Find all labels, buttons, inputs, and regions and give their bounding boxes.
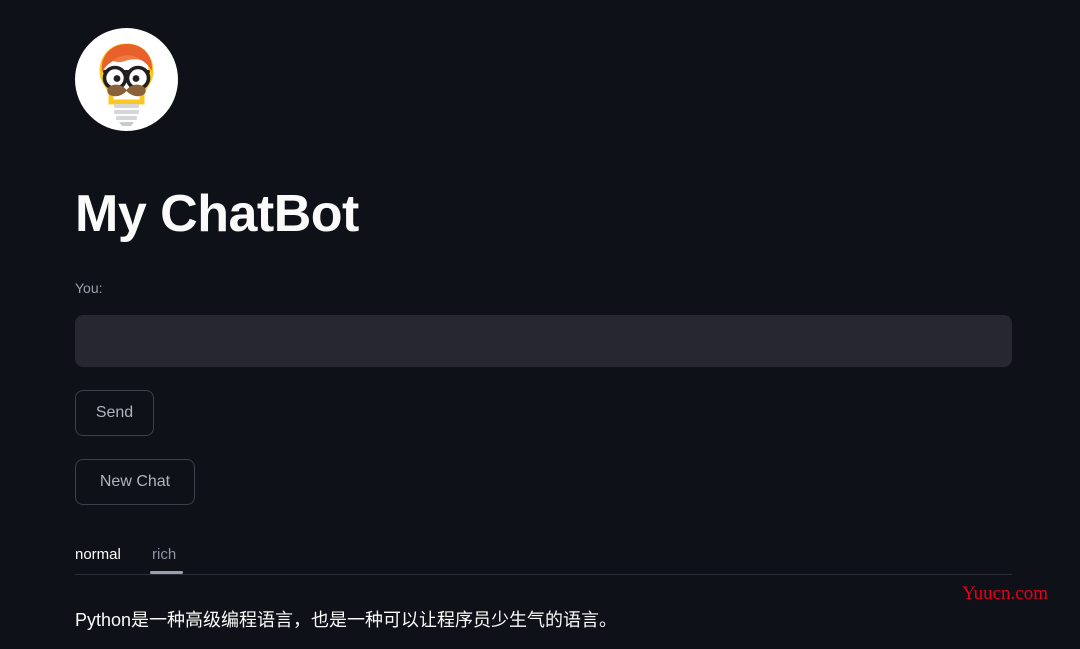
chat-input-label: You: — [75, 280, 103, 296]
app-logo — [75, 28, 178, 131]
hipster-lightbulb-avatar-icon — [99, 43, 154, 126]
chatbot-app: My ChatBot You: Send New Chat normal ric… — [0, 0, 1080, 649]
tab-normal[interactable]: normal — [75, 538, 121, 572]
bot-response-text: Python是一种高级编程语言，也是一种可以让程序员少生气的语言。 — [75, 610, 618, 630]
view-mode-tabs: normal rich — [75, 538, 1012, 574]
new-chat-button[interactable]: New Chat — [75, 459, 195, 505]
send-button[interactable]: Send — [75, 390, 154, 436]
logo-circle — [75, 28, 178, 131]
chat-input[interactable] — [75, 315, 1012, 367]
tabs-divider — [75, 574, 1012, 575]
watermark: Yuucn.com — [962, 583, 1049, 604]
tab-rich[interactable]: rich — [152, 538, 176, 572]
page-title: My ChatBot — [75, 185, 359, 243]
